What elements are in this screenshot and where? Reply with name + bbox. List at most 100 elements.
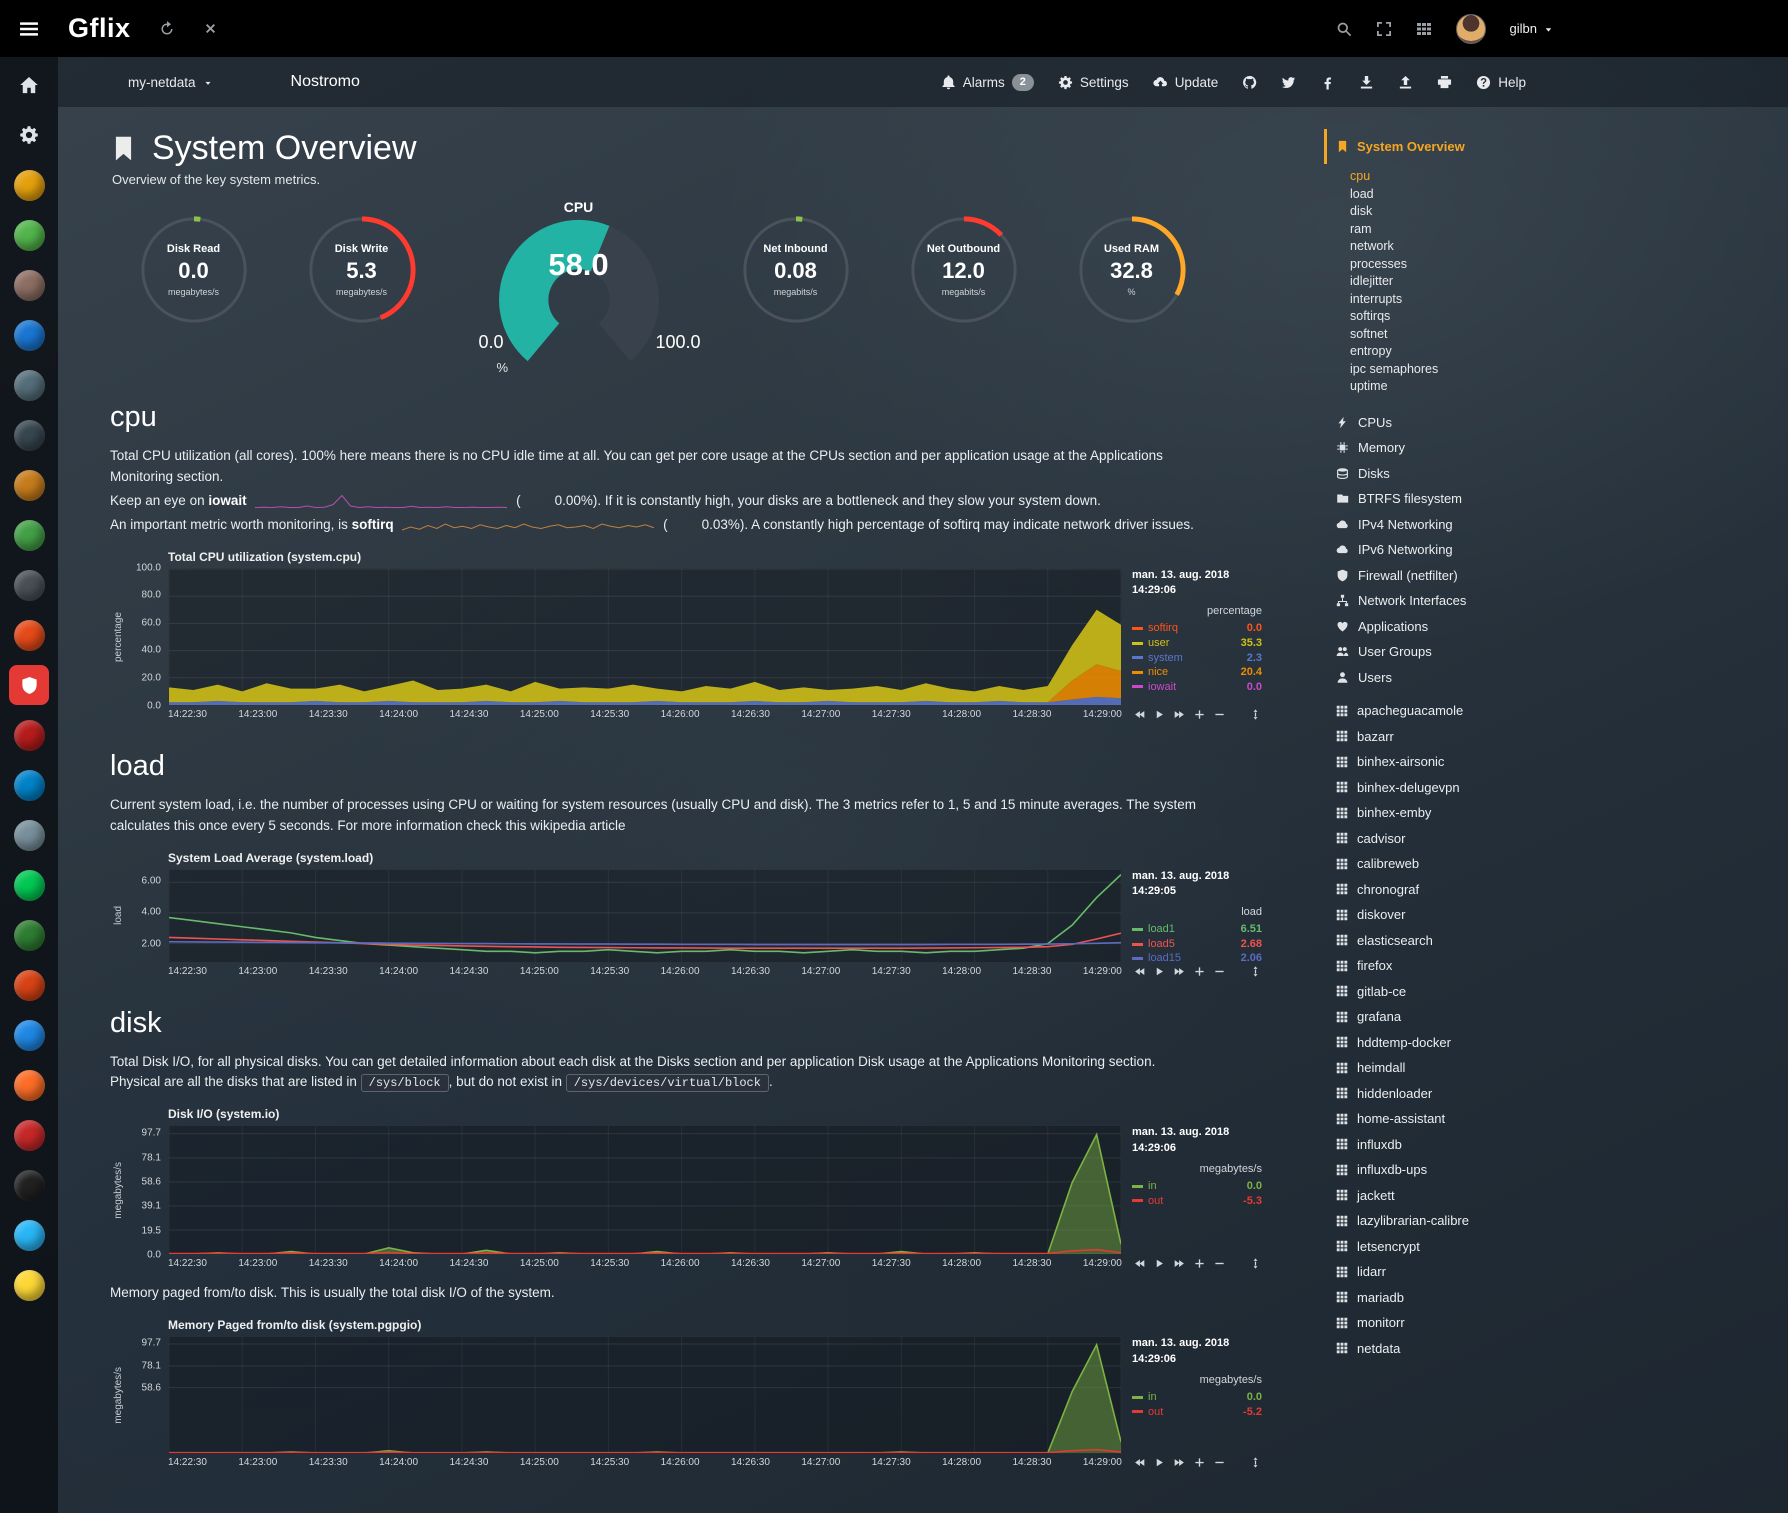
chart-zoom-in-button[interactable] [1194, 1258, 1205, 1269]
chart-resize-handle[interactable] [1250, 1258, 1261, 1269]
refresh-icon[interactable] [159, 21, 175, 37]
nav-settings-button[interactable]: Settings [1058, 75, 1129, 90]
legend-load5[interactable]: load5 2.68 [1132, 937, 1262, 952]
rail-app-12[interactable] [9, 765, 49, 805]
rail-app-14[interactable] [9, 865, 49, 905]
chart-zoom-out-button[interactable] [1214, 709, 1225, 720]
gauge-disk-read[interactable]: Disk Read0.0megabytes/s [135, 211, 253, 333]
gauge-disk-write[interactable]: Disk Write5.3megabytes/s [303, 211, 421, 333]
rail-app-19[interactable] [9, 1115, 49, 1155]
toc-app-elasticsearch[interactable]: elasticsearch [1336, 928, 1788, 954]
chart-zoom-in-button[interactable] [1194, 709, 1205, 720]
legend-softirq[interactable]: softirq 0.0 [1132, 621, 1262, 636]
toc-app-chronograf[interactable]: chronograf [1336, 877, 1788, 903]
rail-app-21[interactable] [9, 1215, 49, 1255]
chart-play-button[interactable] [1154, 709, 1165, 720]
close-icon[interactable] [203, 21, 218, 36]
toc-app-netdata[interactable]: netdata [1336, 1336, 1788, 1362]
legend-user[interactable]: user 35.3 [1132, 636, 1262, 651]
toc-section-disks[interactable]: Disks [1336, 461, 1788, 487]
rail-app-22[interactable] [9, 1265, 49, 1305]
chart-zoom-in-button[interactable] [1194, 1457, 1205, 1468]
chart-resize-handle[interactable] [1250, 966, 1261, 977]
chart-plot-area[interactable] [168, 869, 1122, 963]
toc-section-ipv6-networking[interactable]: IPv6 Networking [1336, 537, 1788, 563]
rail-settings-icon[interactable] [9, 115, 49, 155]
chart-pan-left-button[interactable] [1134, 966, 1145, 977]
chart-play-button[interactable] [1154, 966, 1165, 977]
chart-plot-area[interactable] [168, 1125, 1122, 1255]
gauge-used-ram[interactable]: Used RAM32.8% [1073, 211, 1191, 333]
nav-help-button[interactable]: Help [1476, 75, 1526, 90]
nav-facebook-icon[interactable] [1320, 75, 1335, 90]
chart-resize-handle[interactable] [1250, 1457, 1261, 1468]
toc-app-home-assistant[interactable]: home-assistant [1336, 1106, 1788, 1132]
toc-item-cpu[interactable]: cpu [1350, 168, 1788, 186]
toc-app-monitorr[interactable]: monitorr [1336, 1310, 1788, 1336]
rail-app-11[interactable] [9, 715, 49, 755]
rail-app-20[interactable] [9, 1165, 49, 1205]
toc-app-mariadb[interactable]: mariadb [1336, 1285, 1788, 1311]
toc-app-binhex-emby[interactable]: binhex-emby [1336, 800, 1788, 826]
rail-app-18[interactable] [9, 1065, 49, 1105]
toc-section-applications[interactable]: Applications [1336, 614, 1788, 640]
rail-app-7[interactable] [9, 465, 49, 505]
toc-item-softnet[interactable]: softnet [1350, 326, 1788, 344]
hamburger-menu-icon[interactable] [18, 18, 40, 40]
my-netdata-dropdown[interactable]: my-netdata [128, 75, 213, 90]
legend-in[interactable]: in 0.0 [1132, 1390, 1262, 1405]
toc-item-ipc-semaphores[interactable]: ipc semaphores [1350, 361, 1788, 379]
toc-item-processes[interactable]: processes [1350, 256, 1788, 274]
chart-zoom-out-button[interactable] [1214, 966, 1225, 977]
nav-update-button[interactable]: Update [1153, 75, 1219, 90]
chart-pan-right-button[interactable] [1174, 709, 1185, 720]
gauge-net-inbound[interactable]: Net Inbound0.08megabits/s [737, 211, 855, 333]
nav-upload-icon[interactable] [1398, 75, 1413, 90]
toc-item-ram[interactable]: ram [1350, 221, 1788, 239]
toc-item-softirqs[interactable]: softirqs [1350, 308, 1788, 326]
chart-pan-right-button[interactable] [1174, 1258, 1185, 1269]
toc-app-bazarr[interactable]: bazarr [1336, 724, 1788, 750]
toc-item-network[interactable]: network [1350, 238, 1788, 256]
brand-logo[interactable]: Gflix [68, 13, 131, 44]
toc-app-calibreweb[interactable]: calibreweb [1336, 851, 1788, 877]
toc-item-uptime[interactable]: uptime [1350, 378, 1788, 396]
toc-app-binhex-airsonic[interactable]: binhex-airsonic [1336, 749, 1788, 775]
toc-app-diskover[interactable]: diskover [1336, 902, 1788, 928]
toc-item-disk[interactable]: disk [1350, 203, 1788, 221]
toc-section-network-interfaces[interactable]: Network Interfaces [1336, 588, 1788, 614]
user-avatar[interactable] [1456, 14, 1486, 44]
chart-pan-left-button[interactable] [1134, 709, 1145, 720]
rail-app-13[interactable] [9, 815, 49, 855]
toc-section-cpus[interactable]: CPUs [1336, 410, 1788, 436]
legend-iowait[interactable]: iowait 0.0 [1132, 680, 1262, 695]
toc-section-memory[interactable]: Memory [1336, 435, 1788, 461]
toc-system-overview[interactable]: System Overview [1324, 129, 1554, 164]
toc-app-binhex-delugevpn[interactable]: binhex-delugevpn [1336, 775, 1788, 801]
nav-twitter-icon[interactable] [1281, 75, 1296, 90]
rail-app-15[interactable] [9, 915, 49, 955]
toc-app-hddtemp-docker[interactable]: hddtemp-docker [1336, 1030, 1788, 1056]
chart-zoom-out-button[interactable] [1214, 1457, 1225, 1468]
chart-resize-handle[interactable] [1250, 709, 1261, 720]
chart-play-button[interactable] [1154, 1457, 1165, 1468]
toc-app-lidarr[interactable]: lidarr [1336, 1259, 1788, 1285]
chart-plot-area[interactable] [168, 568, 1122, 706]
toc-app-firefox[interactable]: firefox [1336, 953, 1788, 979]
chart-play-button[interactable] [1154, 1258, 1165, 1269]
wikipedia-link[interactable]: this wikipedia article [505, 818, 625, 833]
rail-app-1[interactable] [9, 165, 49, 205]
rail-app-2[interactable] [9, 215, 49, 255]
toc-section-firewall-netfilter[interactable]: Firewall (netfilter) [1336, 563, 1788, 589]
rail-app-3[interactable] [9, 265, 49, 305]
fullscreen-icon[interactable] [1376, 21, 1392, 37]
toc-section-users[interactable]: Users [1336, 665, 1788, 691]
toc-item-interrupts[interactable]: interrupts [1350, 291, 1788, 309]
toc-app-grafana[interactable]: grafana [1336, 1004, 1788, 1030]
toc-app-letsencrypt[interactable]: letsencrypt [1336, 1234, 1788, 1260]
legend-system[interactable]: system 2.3 [1132, 651, 1262, 666]
legend-nice[interactable]: nice 20.4 [1132, 665, 1262, 680]
chart-zoom-in-button[interactable] [1194, 966, 1205, 977]
rail-app-9[interactable] [9, 565, 49, 605]
rail-app-16[interactable] [9, 965, 49, 1005]
